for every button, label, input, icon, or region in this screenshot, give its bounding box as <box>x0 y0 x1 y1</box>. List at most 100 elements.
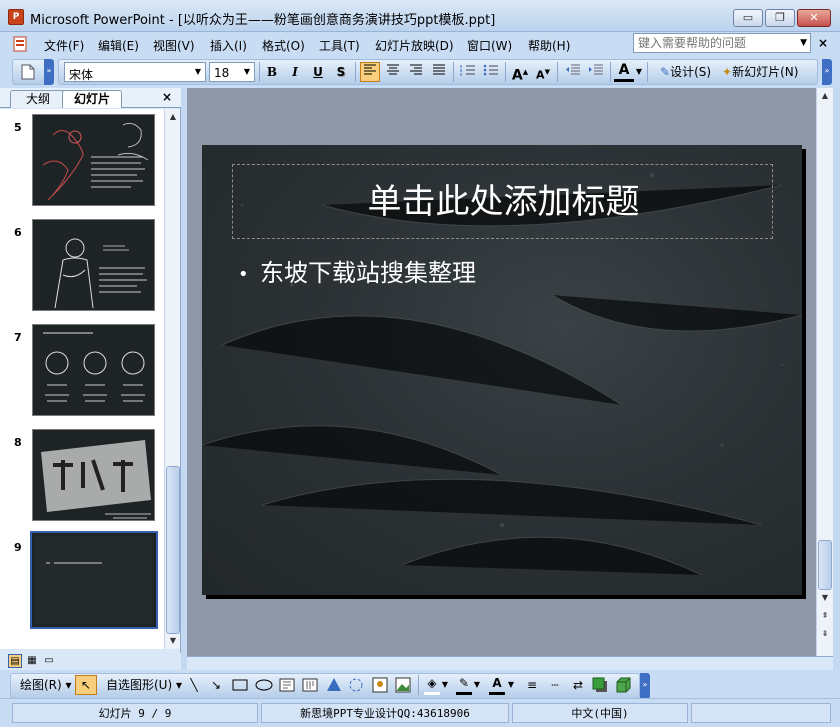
new-slide-icon: ✦ <box>722 65 733 79</box>
slide-thumbnail-8[interactable] <box>32 429 155 521</box>
italic-button[interactable]: I <box>285 62 305 82</box>
slide-thumbnail-9[interactable] <box>30 531 158 629</box>
design-button[interactable]: ✎设计(S) <box>660 62 711 82</box>
slide-thumbnail-7[interactable] <box>32 324 155 416</box>
thumbnail-scrollbar[interactable]: ▲ ▼ <box>164 109 180 649</box>
shrink-font-button[interactable]: A▼ <box>533 62 553 82</box>
title-bar: P Microsoft PowerPoint - [以听众为王——粉笔画创意商务… <box>0 0 840 32</box>
tab-outline[interactable]: 大纲 <box>10 90 66 108</box>
bullets-button[interactable] <box>481 62 501 82</box>
oval-icon[interactable] <box>255 678 273 692</box>
align-center-button[interactable] <box>383 62 403 82</box>
title-placeholder[interactable]: 单击此处添加标题 <box>232 164 773 239</box>
status-design-name[interactable]: 新思境PPT专业设计QQ:43618906 <box>261 703 509 723</box>
slide-scrollbar[interactable]: ▲ ▼ ⇞ ⇟ <box>816 88 833 656</box>
scroll-up-icon[interactable]: ▲ <box>817 88 833 104</box>
clip-art-icon[interactable] <box>372 677 388 693</box>
underline-button[interactable]: U <box>308 62 328 82</box>
menu-view[interactable]: 视图(V) <box>153 37 195 54</box>
toolbar-options-icon[interactable]: » <box>822 59 832 85</box>
dash-style-icon[interactable]: ┄ <box>546 675 564 695</box>
draw-font-color-button[interactable]: A <box>489 675 505 695</box>
normal-view-icon[interactable]: ▤ <box>8 654 22 668</box>
line-style-icon[interactable]: ≡ <box>523 675 541 695</box>
vertical-text-box-icon[interactable] <box>302 678 318 692</box>
chevron-down-icon[interactable]: ▼ <box>191 63 205 81</box>
scroll-down-icon[interactable]: ▼ <box>817 590 833 606</box>
content-placeholder[interactable]: • 东坡下载站搜集整理 <box>238 253 476 288</box>
picture-icon[interactable] <box>395 677 411 693</box>
wordart-icon[interactable] <box>325 677 343 693</box>
shadow-button[interactable]: S <box>331 62 351 82</box>
menu-edit[interactable]: 编辑(E) <box>98 37 139 54</box>
tab-slides[interactable]: 幻灯片 <box>62 90 122 108</box>
pane-tabs: 大纲 幻灯片 × <box>0 88 181 108</box>
help-search-input[interactable] <box>634 34 794 52</box>
font-name-select[interactable]: 宋体 ▼ <box>64 62 206 82</box>
close-document-icon[interactable]: × <box>818 36 828 50</box>
chevron-down-icon[interactable]: ▼ <box>441 675 449 695</box>
line-icon[interactable]: ╲ <box>186 675 202 695</box>
menu-tools[interactable]: 工具(T) <box>319 37 360 54</box>
arrow-icon[interactable]: ↘ <box>208 675 224 695</box>
font-color-button[interactable]: A <box>614 62 634 82</box>
thumbnail-number: 8 <box>14 436 22 449</box>
chevron-down-icon[interactable]: ▼ <box>473 675 481 695</box>
new-slide-button[interactable]: ✦新幻灯片(N) <box>722 62 798 82</box>
bold-button[interactable]: B <box>262 62 282 82</box>
close-button[interactable]: ✕ <box>797 9 831 27</box>
menu-doc-icon[interactable] <box>4 36 30 52</box>
rectangle-icon[interactable] <box>232 678 248 692</box>
status-bar: 幻灯片 9 / 9 新思境PPT专业设计QQ:43618906 中文(中国) <box>0 698 840 727</box>
select-pointer-icon[interactable]: ↖ <box>75 675 97 695</box>
increase-indent-button[interactable] <box>586 62 606 82</box>
text-box-icon[interactable] <box>279 678 295 692</box>
decrease-indent-button[interactable] <box>563 62 583 82</box>
powerpoint-app-icon[interactable]: P <box>8 9 24 25</box>
toolbar-options-icon[interactable]: » <box>44 59 54 85</box>
restore-button[interactable]: ❐ <box>765 9 795 27</box>
align-left-button[interactable] <box>360 62 380 82</box>
slide-thumbnail-6[interactable] <box>32 219 155 311</box>
previous-slide-icon[interactable]: ⇞ <box>817 608 833 624</box>
menu-file[interactable]: 文件(F) <box>44 37 84 54</box>
arrow-style-icon[interactable]: ⇄ <box>569 675 587 695</box>
chevron-down-icon[interactable]: ▼ <box>634 62 644 82</box>
toolbar-options-icon[interactable]: » <box>640 673 650 699</box>
help-search[interactable]: ▼ <box>633 33 811 53</box>
grow-font-button[interactable]: A▲ <box>510 62 530 84</box>
chevron-down-icon[interactable]: ▼ <box>240 63 254 81</box>
3d-style-icon[interactable] <box>615 677 631 693</box>
current-slide[interactable]: 单击此处添加标题 • 东坡下载站搜集整理 <box>202 145 802 595</box>
chevron-down-icon[interactable]: ▼ <box>800 38 807 48</box>
menu-help[interactable]: 帮助(H) <box>528 37 570 54</box>
menu-format[interactable]: 格式(O) <box>262 37 305 54</box>
slide-thumbnail-5[interactable] <box>32 114 155 206</box>
diagram-icon[interactable] <box>348 677 364 693</box>
font-size-select[interactable]: 18 ▼ <box>209 62 255 82</box>
align-right-button[interactable] <box>406 62 426 82</box>
scroll-down-icon[interactable]: ▼ <box>165 633 181 649</box>
line-color-icon[interactable]: ✎ <box>456 675 472 695</box>
notes-pane-divider[interactable] <box>187 656 833 670</box>
menu-window[interactable]: 窗口(W) <box>467 37 512 54</box>
menu-insert[interactable]: 插入(I) <box>210 37 247 54</box>
new-document-icon[interactable] <box>20 64 36 80</box>
align-left-icon <box>364 64 376 75</box>
chevron-down-icon[interactable]: ▼ <box>507 675 515 695</box>
minimize-button[interactable]: ▭ <box>733 9 763 27</box>
slide-sorter-view-icon[interactable]: ▦ <box>25 654 39 668</box>
shadow-style-icon[interactable] <box>592 677 608 693</box>
close-icon[interactable]: × <box>162 90 172 104</box>
slideshow-view-icon[interactable]: ▭ <box>42 654 56 668</box>
scroll-up-icon[interactable]: ▲ <box>165 109 181 125</box>
menu-slideshow[interactable]: 幻灯片放映(D) <box>375 37 454 54</box>
scrollbar-thumb[interactable] <box>818 540 832 590</box>
scrollbar-thumb[interactable] <box>166 466 180 634</box>
justify-button[interactable] <box>429 62 449 82</box>
fill-color-icon[interactable]: ◈ <box>424 675 440 695</box>
autoshapes-button[interactable]: 自选图形(U) ▾ <box>106 675 182 695</box>
draw-menu-button[interactable]: 绘图(R) ▾ <box>20 675 72 695</box>
numbering-button[interactable] <box>458 62 478 82</box>
next-slide-icon[interactable]: ⇟ <box>817 626 833 642</box>
